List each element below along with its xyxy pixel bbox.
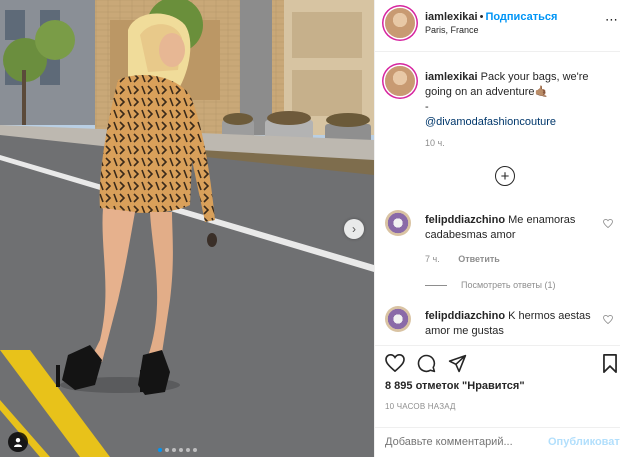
more-icon: ⋯ [605,12,618,27]
author-username[interactable]: iamlexikai [425,11,478,23]
more-options-button[interactable]: ⋯ [605,12,618,28]
comment-username[interactable]: felipddiazchino [425,310,505,322]
caption-text: iamlexikai Pack your bags, we're going o… [425,70,611,130]
post-viewer: › iamlexikai•Подписаться Paris, France [0,0,620,457]
comment-meta: 7 ч. Ответить [425,254,516,264]
commenter-avatar[interactable] [385,306,411,332]
comment-username[interactable]: felipddiazchino [425,214,505,226]
like-button[interactable] [385,354,405,373]
like-comment-button[interactable] [603,218,613,230]
carousel-dot [165,448,169,452]
carousel-dot [186,448,190,452]
author-line: iamlexikai • Подписаться [425,11,557,23]
plus-circle-icon: + [500,167,510,185]
follow-button[interactable]: Подписаться [485,11,557,23]
load-more-comments-button[interactable]: + [495,166,515,186]
post-timestamp: 10 ЧАСОВ НАЗАД [385,402,456,411]
caption-time: 10 ч. [425,138,445,148]
caption-username[interactable]: iamlexikai [425,71,478,83]
caption-avatar[interactable] [385,66,415,96]
next-photo-button[interactable]: › [344,219,364,239]
comment-time: 7 ч. [425,254,440,264]
carousel-dot [158,448,162,452]
carousel-dot [193,448,197,452]
send-icon [448,354,467,373]
caption-dash: - [425,101,429,113]
likes-count[interactable]: 8 895 отметок "Нравится" [385,380,525,392]
commenter-avatar[interactable] [385,210,411,236]
heart-icon [603,314,613,325]
view-replies-button[interactable]: Посмотреть ответы (1) [425,280,556,290]
replies-line [425,284,447,286]
save-button[interactable] [603,354,617,378]
post-photo[interactable]: › [0,0,374,457]
heart-icon [385,354,405,372]
chevron-right-icon: › [352,222,356,236]
carousel-dot [172,448,176,452]
post-side-panel: iamlexikai • Подписаться Paris, France ⋯ i… [374,0,620,457]
location-link[interactable]: Paris, France [425,25,479,35]
like-comment-button[interactable] [603,314,613,326]
caption-mention[interactable]: @divamodafashioncouture [425,116,556,128]
heart-icon [603,218,613,229]
post-header: iamlexikai • Подписаться Paris, France ⋯ [375,0,620,52]
comment-input[interactable] [385,436,535,448]
carousel-dot [179,448,183,452]
photo-scene [0,0,374,457]
share-button[interactable] [448,354,467,373]
author-avatar[interactable] [385,8,415,38]
separator-dot: • [479,11,484,23]
comment-text: felipddiazchino K hermos aestas amor me … [425,309,595,339]
view-replies-label: Посмотреть ответы (1) [461,280,556,290]
comment-text: felipddiazchino Me enamoras cadabesmas a… [425,213,595,243]
reply-button[interactable]: Ответить [458,254,500,264]
post-comment-button[interactable]: Опубликовать [548,436,620,448]
tagged-users-button[interactable] [8,432,28,452]
comment-button[interactable] [417,354,436,373]
bookmark-icon [603,354,617,373]
carousel-dots [158,448,197,452]
comment-icon [417,354,436,373]
post-actions: 8 895 отметок "Нравится" 10 ЧАСОВ НАЗАД … [375,345,620,457]
action-icons [385,354,467,373]
add-comment-bar: Опубликовать [375,427,620,457]
user-icon [14,438,22,447]
